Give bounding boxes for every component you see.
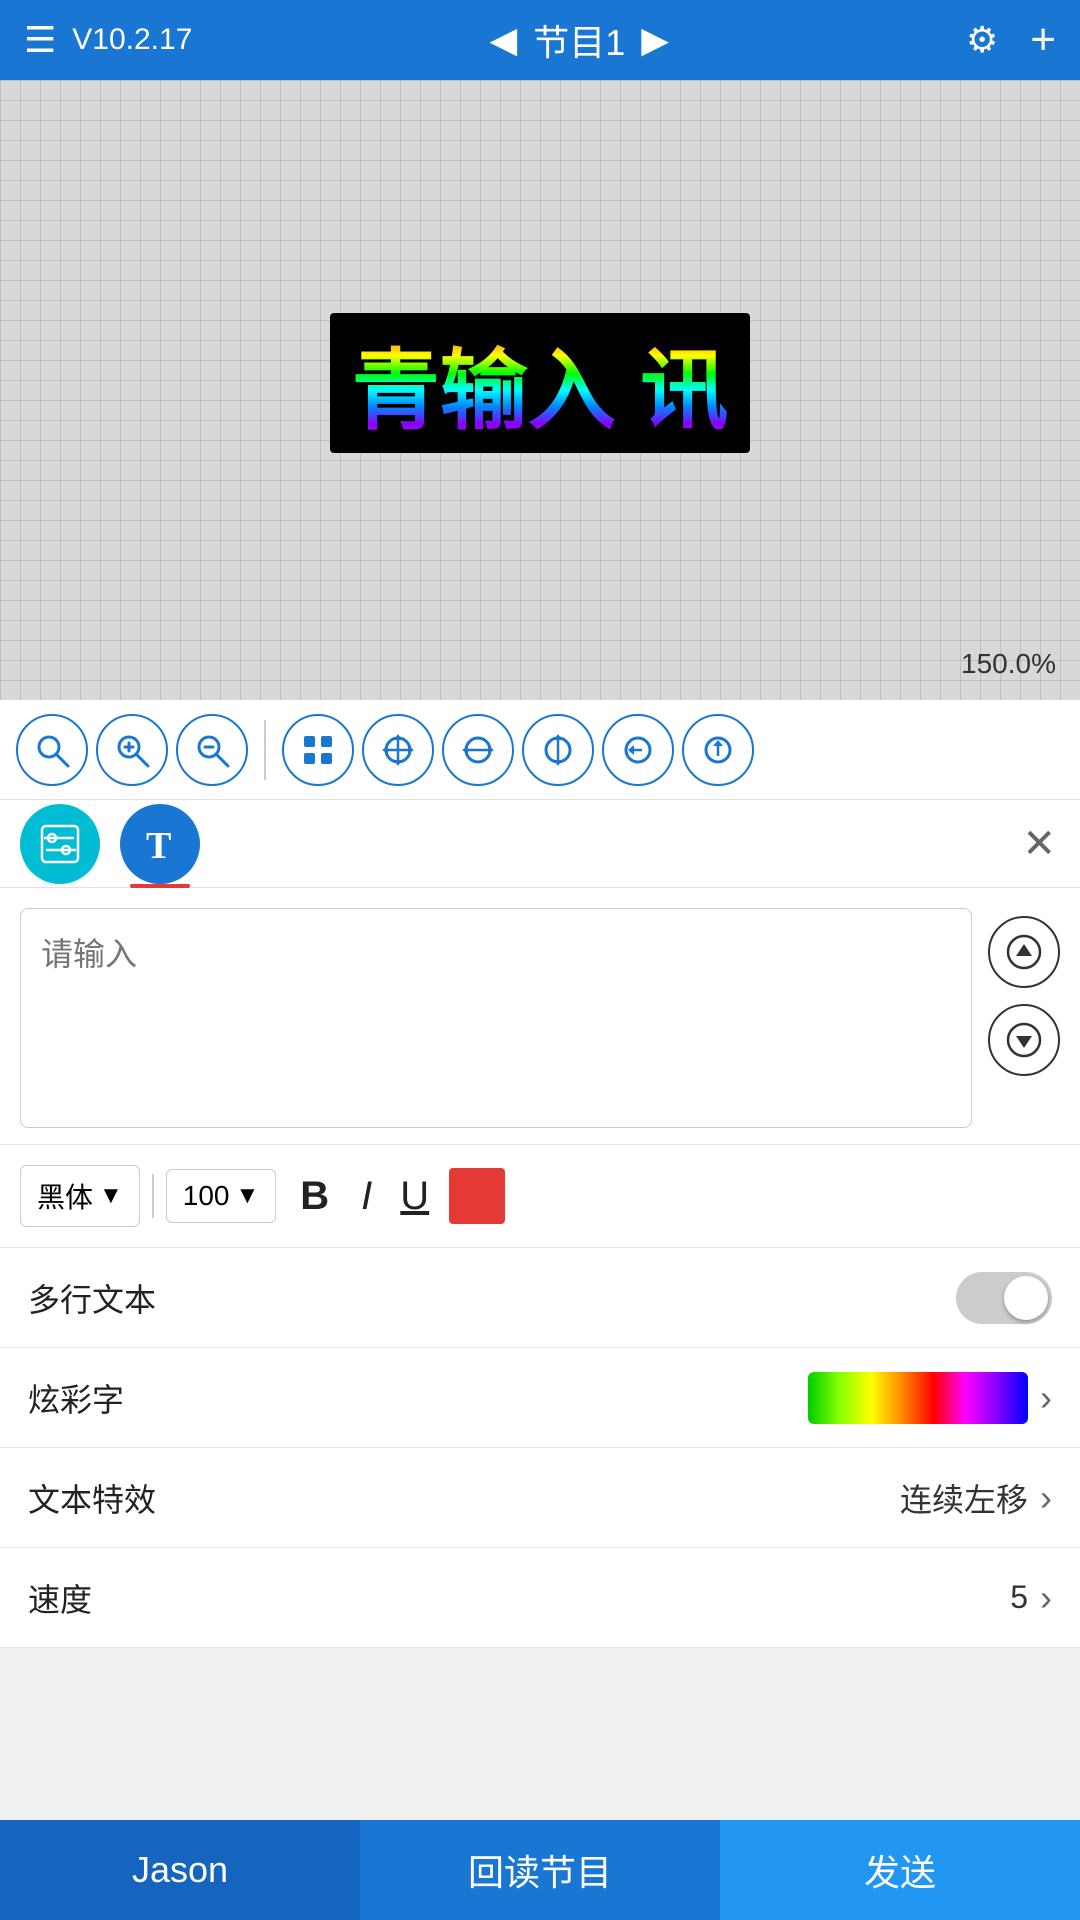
bold-button[interactable]: B: [288, 1166, 341, 1227]
version-label: V10.2.17: [72, 23, 192, 57]
tab-text[interactable]: T: [120, 804, 200, 884]
bottom-bar: Jason 回读节目 发送: [0, 1820, 1080, 1920]
jason-button[interactable]: Jason: [0, 1820, 360, 1920]
canvas-area: 青输入 讯 150.0%: [0, 80, 1080, 700]
zoom-out-button[interactable]: [176, 714, 248, 786]
led-text: 青输入 讯: [352, 320, 728, 447]
nav-prev-button[interactable]: ◀: [490, 19, 518, 61]
tabs-row: T ✕: [0, 800, 1080, 888]
speed-value: 5: [1010, 1579, 1028, 1616]
svg-text:T: T: [146, 825, 171, 866]
toolbar-divider: [264, 720, 266, 780]
font-family-label: 黑体: [37, 1176, 93, 1216]
settings-icon[interactable]: ⚙: [966, 19, 998, 61]
font-family-select[interactable]: 黑体 ▼: [20, 1165, 140, 1227]
italic-button[interactable]: I: [353, 1166, 380, 1227]
add-button[interactable]: +: [1030, 15, 1056, 65]
text-down-button[interactable]: [988, 1004, 1060, 1076]
nav-title-label: 节目1: [533, 14, 625, 66]
speed-chevron-icon[interactable]: ›: [1040, 1577, 1052, 1619]
rainbow-color-bar[interactable]: [808, 1372, 1028, 1424]
multiline-text-row: 多行文本: [0, 1248, 1080, 1348]
up-button[interactable]: [682, 714, 754, 786]
toggle-thumb: [1004, 1276, 1048, 1320]
menu-icon[interactable]: ☰: [24, 19, 56, 61]
search-button[interactable]: [16, 714, 88, 786]
multiline-text-toggle[interactable]: [956, 1272, 1052, 1324]
nav-next-button[interactable]: ▶: [641, 19, 669, 61]
font-divider: [152, 1174, 154, 1218]
text-input-section: [0, 888, 1080, 1145]
font-size-select[interactable]: 100 ▼: [166, 1169, 276, 1223]
tab-settings[interactable]: [20, 804, 100, 884]
send-button[interactable]: 发送: [720, 1820, 1080, 1920]
speed-row: 速度 5 ›: [0, 1548, 1080, 1648]
back-button[interactable]: [602, 714, 674, 786]
colorful-text-row: 炫彩字 ›: [0, 1348, 1080, 1448]
top-bar: ☰ V10.2.17 ◀ 节目1 ▶ ⚙ +: [0, 0, 1080, 80]
colorful-chevron-icon[interactable]: ›: [1040, 1377, 1052, 1419]
text-effect-label: 文本特效: [28, 1475, 156, 1521]
font-family-dropdown-icon: ▼: [99, 1182, 123, 1210]
text-color-picker[interactable]: [449, 1168, 505, 1224]
grid-button[interactable]: [282, 714, 354, 786]
font-controls-row: 黑体 ▼ 100 ▼ B I U: [0, 1145, 1080, 1248]
h-resize-button[interactable]: [442, 714, 514, 786]
text-effect-value: 连续左移: [900, 1475, 1028, 1521]
multiline-text-label: 多行文本: [28, 1275, 156, 1321]
text-effect-chevron-icon[interactable]: ›: [1040, 1477, 1052, 1519]
text-arrows: [988, 908, 1060, 1076]
text-effect-row: 文本特效 连续左移 ›: [0, 1448, 1080, 1548]
v-resize-button[interactable]: [522, 714, 594, 786]
move-button[interactable]: [362, 714, 434, 786]
colorful-text-label: 炫彩字: [28, 1375, 124, 1421]
zoom-in-button[interactable]: [96, 714, 168, 786]
font-size-dropdown-icon: ▼: [236, 1182, 260, 1210]
close-panel-button[interactable]: ✕: [1022, 821, 1056, 867]
zoom-level: 150.0%: [961, 648, 1056, 680]
speed-label: 速度: [28, 1575, 92, 1621]
underline-button[interactable]: U: [392, 1166, 437, 1227]
led-display[interactable]: 青输入 讯: [330, 313, 750, 453]
text-up-button[interactable]: [988, 916, 1060, 988]
toolbar-row: [0, 700, 1080, 800]
font-size-label: 100: [183, 1180, 230, 1212]
text-input[interactable]: [20, 908, 972, 1128]
reload-button[interactable]: 回读节目: [360, 1820, 720, 1920]
